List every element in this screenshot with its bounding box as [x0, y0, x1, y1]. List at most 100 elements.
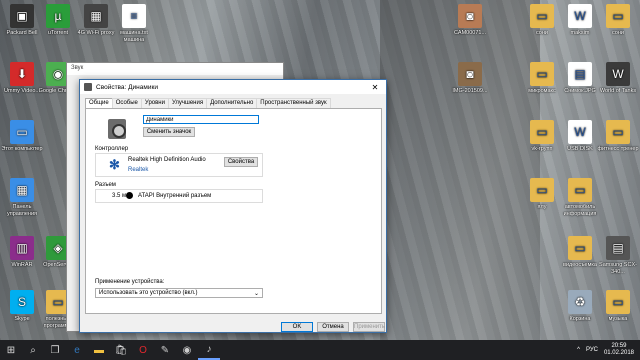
controller-group: ✻ Realtek High Definition Audio Realtek …: [95, 153, 263, 177]
photo-icon: ◙: [458, 4, 482, 28]
change-icon-button[interactable]: Сменить значок: [143, 127, 195, 137]
tray-chevron-icon[interactable]: ^: [577, 347, 580, 353]
speaker-icon: [108, 119, 126, 139]
winrar-icon: ▥: [10, 236, 34, 260]
cancel-button[interactable]: Отмена: [317, 322, 349, 332]
word-icon: W: [568, 120, 592, 144]
packard-bell-icon: ▣: [10, 4, 34, 28]
controller-label: Контроллер: [95, 146, 129, 152]
task-view-icon[interactable]: ❐: [44, 340, 66, 360]
document-icon: W: [568, 4, 592, 28]
jack-group: 3.5 мм ATAPI Внутренний разъем: [95, 189, 263, 203]
device-usage-select[interactable]: Использовать это устройство (вкл.) ⌄: [95, 288, 263, 298]
device-usage-value: Использовать это устройство (вкл.): [99, 290, 198, 296]
apply-button[interactable]: Применить: [353, 322, 385, 332]
desktop-icon[interactable]: ▭ фитнесс тренер: [596, 120, 640, 153]
sound-window-title: Звук: [67, 63, 283, 75]
desktop-icon[interactable]: ◙ CAM00071...: [448, 4, 492, 37]
folder-icon: ▭: [568, 236, 592, 260]
desktop-icon[interactable]: ◙ IMG-201509...: [448, 62, 492, 95]
tanks-icon: W: [606, 62, 630, 86]
folder-icon: ▭: [568, 178, 592, 202]
realtek-crab-icon: ✻: [109, 157, 120, 172]
language-indicator[interactable]: РУС: [586, 347, 598, 353]
general-tab-panel: Сменить значок Контроллер ✻ Realtek High…: [85, 108, 382, 314]
taskbar-apps: e ▬ 🛍 O ✎ ◉ ♪: [66, 340, 220, 360]
controller-vendor: Realtek: [128, 167, 149, 173]
folder-icon: ▭: [530, 178, 554, 202]
wallpaper-shadow: [380, 0, 540, 340]
controller-name: Realtek High Definition Audio: [128, 157, 206, 163]
taskbar-explorer-icon[interactable]: ▬: [88, 340, 110, 360]
system-tray: ^ РУС 20:59 01.02.2018: [577, 343, 640, 357]
printer-icon: ▤: [606, 236, 630, 260]
taskbar: ⊞ ⌕ ❐ e ▬ 🛍 O ✎ ◉ ♪ ^ РУС 20:59 01.02.2018: [0, 340, 640, 360]
jack-label: Разъем: [95, 182, 116, 188]
dialog-title: Свойства: Динамики: [96, 83, 158, 91]
ok-button[interactable]: OK: [281, 322, 313, 332]
desktop-icon[interactable]: ▭ автомобиль информация: [558, 178, 602, 217]
dialog-tabs: Общие Особые Уровни Улучшения Дополнител…: [85, 98, 331, 109]
text-file-icon: ≡: [122, 4, 146, 28]
desktop-icon-label: IMG-201509...: [452, 88, 488, 94]
desktop-icon-label: World of Tanks: [599, 88, 637, 94]
desktop-icon[interactable]: ▤ Samsung SCX-340...: [596, 236, 640, 275]
desktop-icon-label: Этот компьютер: [1, 146, 43, 152]
taskbar-opera-icon[interactable]: O: [132, 340, 154, 360]
taskbar-notepad-icon[interactable]: ✎: [154, 340, 176, 360]
control-panel-icon: ▦: [10, 178, 34, 202]
clock[interactable]: 20:59 01.02.2018: [604, 343, 634, 357]
skype-icon: S: [10, 290, 34, 314]
desktop-icon-label: Панель управления: [7, 204, 37, 217]
search-icon[interactable]: ⌕: [22, 340, 44, 360]
tab-special[interactable]: Особые: [111, 98, 142, 108]
folder-icon: ▭: [530, 120, 554, 144]
folder-icon: ▭: [606, 290, 630, 314]
desktop-icon-label: автомобиль информация: [563, 204, 597, 217]
desktop-icon[interactable]: ▭ Этот компьютер: [0, 120, 44, 153]
folder-icon: ▭: [606, 4, 630, 28]
desktop-icon-label: CAM00071...: [453, 30, 487, 36]
desktop-icon-label: сони: [612, 30, 624, 36]
taskbar-camera-icon[interactable]: ◉: [176, 340, 198, 360]
desktop-icon[interactable]: W World of Tanks: [596, 62, 640, 95]
jack-dot-icon: [126, 192, 133, 199]
tab-levels[interactable]: Уровни: [140, 98, 169, 108]
dialog-titlebar[interactable]: Свойства: Динамики ✕: [80, 80, 386, 94]
close-icon[interactable]: ✕: [368, 83, 382, 92]
clock-date: 01.02.2018: [603, 350, 634, 356]
speaker-properties-dialog: Свойства: Динамики ✕ Общие Особые Уровни…: [79, 79, 387, 333]
folder-icon: ▭: [606, 120, 630, 144]
desktop-icon-label: машина.txt машина: [120, 30, 148, 43]
image-file-icon: ▤: [568, 62, 592, 86]
computer-icon: ▭: [10, 120, 34, 144]
device-name-input[interactable]: [143, 115, 259, 124]
photo-icon: ◙: [458, 62, 482, 86]
properties-button[interactable]: Свойства: [224, 157, 258, 167]
desktop-icon[interactable]: ▭ музыка: [596, 290, 640, 323]
desktop-icon[interactable]: ▭ сони: [596, 4, 640, 37]
chevron-down-icon: ⌄: [253, 291, 259, 297]
taskbar-sound-icon[interactable]: ♪: [198, 340, 220, 360]
folder-icon: ▭: [530, 4, 554, 28]
start-button[interactable]: ⊞: [0, 340, 22, 360]
tab-spatial-sound[interactable]: Пространственный звук: [256, 98, 331, 108]
recycle-bin-icon: ♻: [568, 290, 592, 314]
desktop-icon-label: Samsung SCX-340...: [599, 262, 637, 275]
taskbar-edge-icon[interactable]: e: [66, 340, 88, 360]
jack-description: ATAPI Внутренний разъем: [138, 193, 212, 199]
desktop-icon[interactable]: ▦ Панель управления: [0, 178, 44, 217]
desktop-icon[interactable]: ≡ машина.txt машина: [112, 4, 156, 43]
ummy-icon: ⬇: [10, 62, 34, 86]
network-icon: ▦: [84, 4, 108, 28]
utorrent-icon: µ: [46, 4, 70, 28]
speaker-app-icon: [84, 83, 92, 91]
desktop-icon-label: музыка: [608, 316, 628, 322]
folder-icon: ▭: [530, 62, 554, 86]
taskbar-store-icon[interactable]: 🛍: [110, 340, 132, 360]
clock-time: 20:59: [611, 343, 627, 349]
device-usage-label: Применение устройства:: [95, 279, 165, 285]
tab-enhancements[interactable]: Улучшения: [167, 98, 208, 108]
tab-advanced[interactable]: Дополнительно: [206, 98, 258, 108]
desktop-icon-label: фитнесс тренер: [597, 146, 639, 152]
